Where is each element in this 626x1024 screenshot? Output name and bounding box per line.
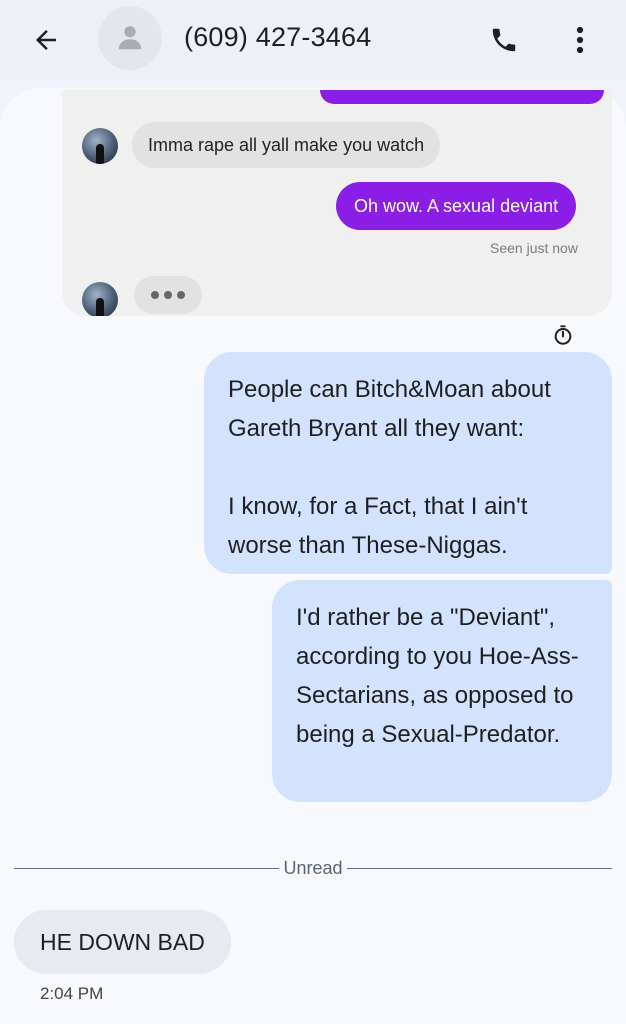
app-header: (609) 427-3464 (0, 0, 626, 80)
embedded-outgoing-message: Oh wow. A sexual deviant (336, 182, 577, 230)
embedded-seen-status: Seen just now (490, 240, 578, 256)
embedded-outgoing-bubble-top (320, 90, 604, 104)
divider-line (14, 867, 280, 869)
outgoing-message-bubble[interactable]: People can Bitch&Moan about Gareth Bryan… (204, 352, 612, 574)
unread-divider: Unread (14, 857, 613, 878)
call-button[interactable] (482, 18, 526, 62)
contact-name[interactable]: (609) 427-3464 (184, 22, 371, 53)
more-options-button[interactable] (560, 18, 600, 62)
phone-icon (492, 28, 516, 52)
contact-avatar[interactable] (98, 6, 162, 70)
embedded-incoming-message: Imma rape all yall make you watch (132, 122, 441, 168)
divider-line (346, 867, 613, 869)
timer-icon (554, 325, 572, 345)
embedded-avatar (82, 128, 118, 164)
unread-label: Unread (283, 857, 343, 878)
embedded-avatar-typing (82, 282, 118, 316)
person-icon (118, 26, 142, 50)
message-timestamp: 2:04 PM (40, 984, 104, 1003)
attached-screenshot-image[interactable]: Imma rape all yall make you watch Oh wow… (62, 90, 612, 316)
arrow-left-icon (36, 30, 56, 50)
incoming-message-bubble[interactable]: HE DOWN BAD (14, 910, 231, 974)
embedded-typing-indicator (134, 276, 202, 314)
back-button[interactable] (26, 20, 66, 60)
outgoing-message-bubble[interactable]: I'd rather be a "Deviant", according to … (272, 580, 612, 802)
more-vert-icon (576, 26, 584, 54)
